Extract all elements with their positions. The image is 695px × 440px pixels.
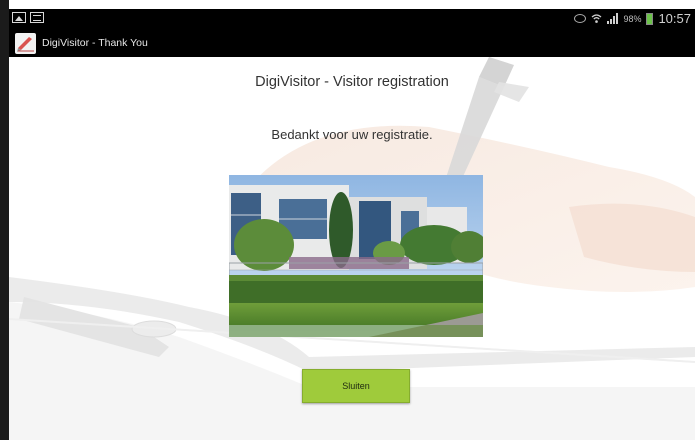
action-bar: DigiVisitor - Thank You	[9, 30, 695, 57]
building-photo	[229, 175, 483, 337]
battery-percent: 98%	[623, 13, 642, 24]
wifi-icon	[591, 13, 602, 24]
screen-edge	[0, 0, 9, 440]
battery-icon	[646, 12, 654, 25]
image-icon	[12, 12, 26, 23]
main-content: DigiVisitor - Visitor registration Bedan…	[9, 57, 695, 440]
app-title: DigiVisitor - Thank You	[42, 37, 148, 49]
thank-you-message: Bedankt voor uw registratie.	[271, 127, 433, 142]
eye-icon	[574, 14, 587, 23]
close-button[interactable]: Sluiten	[302, 369, 410, 403]
status-bar: 98% 10:57	[9, 9, 695, 30]
app-logo-icon[interactable]	[15, 33, 36, 54]
message-icon	[30, 12, 44, 23]
signal-icon	[607, 13, 619, 24]
page-heading: DigiVisitor - Visitor registration	[255, 74, 449, 90]
clock: 10:57	[658, 11, 691, 26]
